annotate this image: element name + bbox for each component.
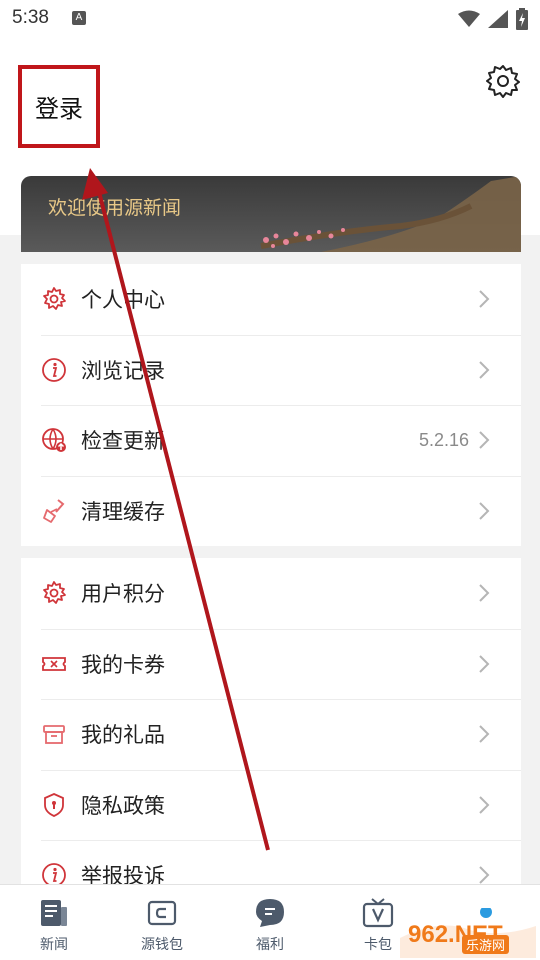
gear-icon (486, 65, 520, 98)
login-button[interactable]: 登录 (18, 65, 100, 148)
chevron-right-icon (479, 725, 490, 743)
battery-icon (516, 8, 528, 30)
chevron-right-icon (479, 796, 490, 814)
system-status-icons (458, 8, 528, 30)
news-icon (41, 900, 67, 926)
nav-label: 源钱包 (141, 937, 183, 953)
login-label: 登录 (35, 95, 83, 123)
menu-item-label: 浏览记录 (81, 358, 165, 383)
welcome-text: 欢迎使用源新闻 (48, 197, 182, 219)
menu-group-services: 用户积分 我的卡券 我的礼品 隐私政策 举报投诉 (21, 558, 521, 888)
nav-label: 新闻 (40, 937, 68, 953)
menu-item-privacy-policy[interactable]: 隐私政策 (21, 769, 521, 841)
menu-item-browse-history[interactable]: 浏览记录 (21, 334, 521, 406)
chevron-right-icon (479, 866, 490, 884)
menu-item-clear-cache[interactable]: 清理缓存 (21, 475, 521, 547)
chevron-right-icon (479, 584, 490, 602)
menu-item-label: 用户积分 (81, 582, 165, 607)
card-tv-icon (362, 898, 394, 928)
signal-icon (488, 10, 508, 28)
chat-bubble-icon (256, 899, 284, 927)
nav-label: 福利 (256, 937, 284, 953)
chevron-right-icon (479, 361, 490, 379)
info-icon (41, 357, 67, 383)
gear-icon (41, 580, 67, 606)
status-time: 5:38 (12, 7, 49, 28)
menu-item-my-coupons[interactable]: 我的卡券 (21, 628, 521, 700)
globe-update-icon (41, 427, 67, 453)
menu-item-user-points[interactable]: 用户积分 (21, 558, 521, 629)
menu-item-my-gifts[interactable]: 我的礼品 (21, 699, 521, 770)
gear-icon (41, 286, 67, 312)
chevron-right-icon (479, 655, 490, 673)
app-version: 5.2.16 (418, 429, 469, 450)
broom-icon (41, 498, 67, 524)
menu-item-label: 清理缓存 (81, 499, 165, 524)
nav-item-news[interactable]: 新闻 (9, 885, 99, 960)
gift-box-icon (41, 721, 67, 747)
wifi-icon (458, 10, 480, 27)
settings-button[interactable] (484, 62, 522, 100)
menu-item-label: 个人中心 (81, 288, 165, 313)
chevron-right-icon (479, 502, 490, 520)
welcome-banner: 欢迎使用源新闻 (21, 176, 521, 252)
status-bar: 5:38 A (0, 0, 540, 38)
watermark-subtext: 乐游网 (462, 935, 510, 954)
nav-item-welfare[interactable]: 福利 (225, 885, 315, 960)
chevron-right-icon (479, 431, 490, 449)
shield-icon (41, 792, 67, 818)
menu-item-personal-center[interactable]: 个人中心 (21, 264, 521, 335)
notification-badge-icon: A (72, 11, 86, 25)
menu-item-label: 我的礼品 (81, 723, 165, 748)
menu-item-check-update[interactable]: 检查更新 5.2.16 (21, 405, 521, 476)
wallet-icon (147, 900, 177, 926)
menu-item-label: 我的卡券 (81, 652, 165, 677)
menu-item-label: 隐私政策 (81, 793, 165, 818)
nav-item-wallet[interactable]: 源钱包 (117, 885, 207, 960)
ticket-icon (41, 651, 67, 677)
chevron-right-icon (479, 290, 490, 308)
menu-item-label: 检查更新 (81, 429, 165, 454)
menu-group-account: 个人中心 浏览记录 检查更新 5.2.16 清理缓存 (21, 264, 521, 546)
